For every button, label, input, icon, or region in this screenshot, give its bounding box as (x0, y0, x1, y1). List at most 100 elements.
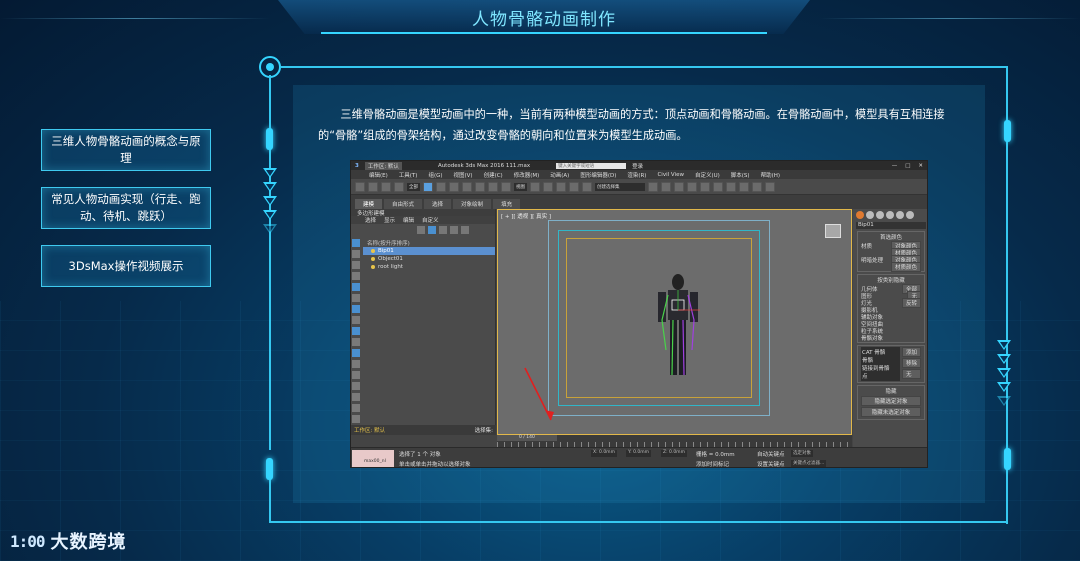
filter-helper-icon[interactable] (352, 283, 360, 291)
workspace-dropdown[interactable]: 工作区: 默认 (364, 161, 402, 170)
visibility-icon[interactable] (371, 257, 375, 261)
scene-item[interactable]: Object01 (363, 255, 495, 263)
key-filters-button[interactable]: 关键点过滤器... (791, 460, 827, 467)
filter-frozen-icon[interactable] (352, 349, 360, 357)
list-action-button[interactable]: 添加 (901, 347, 921, 357)
menu-item[interactable]: 视图(V) (454, 171, 473, 179)
set-key-button[interactable]: 设置关键点 (757, 460, 785, 467)
filter-spacewarp-icon[interactable] (352, 294, 360, 302)
ribbon-tab[interactable]: 对象绘制 (453, 199, 492, 209)
hierarchy-tab-icon[interactable] (876, 210, 884, 219)
percent-snap-icon[interactable] (569, 181, 579, 192)
align-icon[interactable] (661, 181, 671, 192)
material-editor-icon[interactable] (713, 181, 723, 192)
filter-icon[interactable] (428, 226, 436, 234)
snap-icon[interactable] (543, 181, 553, 192)
move-icon[interactable] (475, 181, 485, 192)
scene-item[interactable]: Bip01 (363, 247, 495, 255)
coord-x-field[interactable]: X: 0.0mm (591, 450, 617, 457)
minimize-icon[interactable]: — (892, 163, 898, 169)
hide-action-button[interactable]: 隐藏选定对象 (861, 396, 921, 406)
rotate-icon[interactable] (488, 181, 498, 192)
viewcube-icon[interactable] (825, 224, 841, 238)
layer-icon[interactable] (674, 181, 684, 192)
selection-set-label[interactable]: 选择集: (475, 426, 493, 434)
scene-list-header[interactable]: 名称(按升序排序) (363, 239, 495, 247)
category-checkbox-label[interactable]: 骨骼对象 (861, 334, 883, 342)
ribbon-tab[interactable]: 自由形式 (384, 199, 423, 209)
timeline[interactable]: 0 / 140 (497, 435, 852, 447)
filter-light-icon[interactable] (352, 261, 360, 269)
category-list-item[interactable]: CAT 骨骼 (862, 348, 899, 356)
redo-icon[interactable] (368, 181, 378, 192)
filter-invert-icon[interactable] (352, 393, 360, 401)
maxscript-listener[interactable]: max00_nl (352, 450, 394, 467)
pivot-icon[interactable] (530, 181, 540, 192)
scene-explorer-menu-item[interactable]: 显示 (384, 216, 395, 224)
add-time-tag-button[interactable]: 添加时间标记 (696, 460, 729, 467)
auto-key-button[interactable]: 自动关键点 (757, 450, 785, 458)
maximize-icon[interactable]: □ (905, 163, 910, 169)
coord-y-field[interactable]: Y: 0.0mm (626, 450, 652, 457)
login-link[interactable]: 登录 (632, 162, 643, 170)
filter-sort-icon[interactable] (352, 415, 360, 423)
visibility-icon[interactable] (371, 249, 375, 253)
mirror-icon[interactable] (648, 181, 658, 192)
coord-z-field[interactable]: Z: 0.0mm (661, 450, 687, 457)
menu-item[interactable]: 自定义(U) (695, 171, 720, 179)
scene-item[interactable]: root light (363, 263, 495, 271)
filter-bone-icon[interactable] (352, 327, 360, 335)
spinner-snap-icon[interactable] (582, 181, 592, 192)
hide-action-button[interactable]: 隐藏未选定对象 (861, 407, 921, 417)
close-icon[interactable] (417, 226, 425, 234)
color-option-label[interactable]: 材质 (861, 242, 872, 250)
undo-icon[interactable] (355, 181, 365, 192)
rect-select-icon[interactable] (449, 181, 459, 192)
filter-group-icon[interactable] (352, 305, 360, 313)
category-button[interactable]: 反转 (901, 297, 921, 308)
menu-item[interactable]: 编辑(E) (369, 171, 388, 179)
scene-explorer-menu-item[interactable]: 选择 (365, 216, 376, 224)
link-icon[interactable] (381, 181, 391, 192)
window-crossing-icon[interactable] (462, 181, 472, 192)
ribbon-tab[interactable]: 填充 (493, 199, 521, 209)
menu-item-3dsmax-video[interactable]: 3DsMax操作视频展示 (41, 245, 211, 287)
ribbon-tab[interactable]: 选择 (424, 199, 452, 209)
lock-icon[interactable] (439, 226, 447, 234)
category-list-item[interactable]: 点 (862, 372, 899, 380)
menu-item[interactable]: 帮助(H) (761, 171, 780, 179)
menu-item[interactable]: 修改器(M) (514, 171, 540, 179)
menu-item[interactable]: 工具(T) (399, 171, 418, 179)
link-icon[interactable] (450, 226, 458, 234)
workspace-label[interactable]: 工作区: 默认 (354, 426, 385, 434)
color-choice[interactable]: 材质颜色 (890, 261, 921, 272)
close-icon[interactable]: ✕ (918, 163, 923, 169)
motion-tab-icon[interactable] (886, 210, 894, 219)
filter-xref-icon[interactable] (352, 316, 360, 324)
menu-item[interactable]: 渲染(R) (627, 171, 646, 179)
filter-geometry-icon[interactable] (352, 239, 360, 247)
filter-none-icon[interactable] (352, 382, 360, 390)
select-by-name-icon[interactable] (436, 181, 446, 192)
visibility-icon[interactable] (371, 265, 375, 269)
color-option-label[interactable]: 明暗处理 (861, 256, 883, 264)
layer-icon[interactable] (461, 226, 469, 234)
character-model[interactable] (648, 270, 708, 388)
display-tab-icon[interactable] (896, 210, 904, 219)
filter-funnel-icon[interactable] (352, 404, 360, 412)
category-list-item[interactable]: 链接到骨骼 (862, 364, 899, 372)
scale-icon[interactable] (501, 181, 511, 192)
utilities-tab-icon[interactable] (906, 210, 914, 219)
menu-item[interactable]: 图形编辑器(D) (580, 171, 616, 179)
scene-explorer-menu-item[interactable]: 自定义 (422, 216, 439, 224)
list-action-button[interactable]: 无 (901, 369, 921, 379)
filter-container-icon[interactable] (352, 338, 360, 346)
object-name-field[interactable]: Bip01 (856, 222, 926, 229)
schematic-icon[interactable] (700, 181, 710, 192)
curve-editor-icon[interactable] (687, 181, 697, 192)
filter-shape-icon[interactable] (352, 250, 360, 258)
filter-all-icon[interactable] (352, 371, 360, 379)
ribbon-tab[interactable]: 建模 (355, 199, 383, 209)
selection-filter-dropdown[interactable]: 全部 (407, 182, 420, 191)
search-input[interactable]: 键入关键字或短语 (556, 162, 627, 169)
